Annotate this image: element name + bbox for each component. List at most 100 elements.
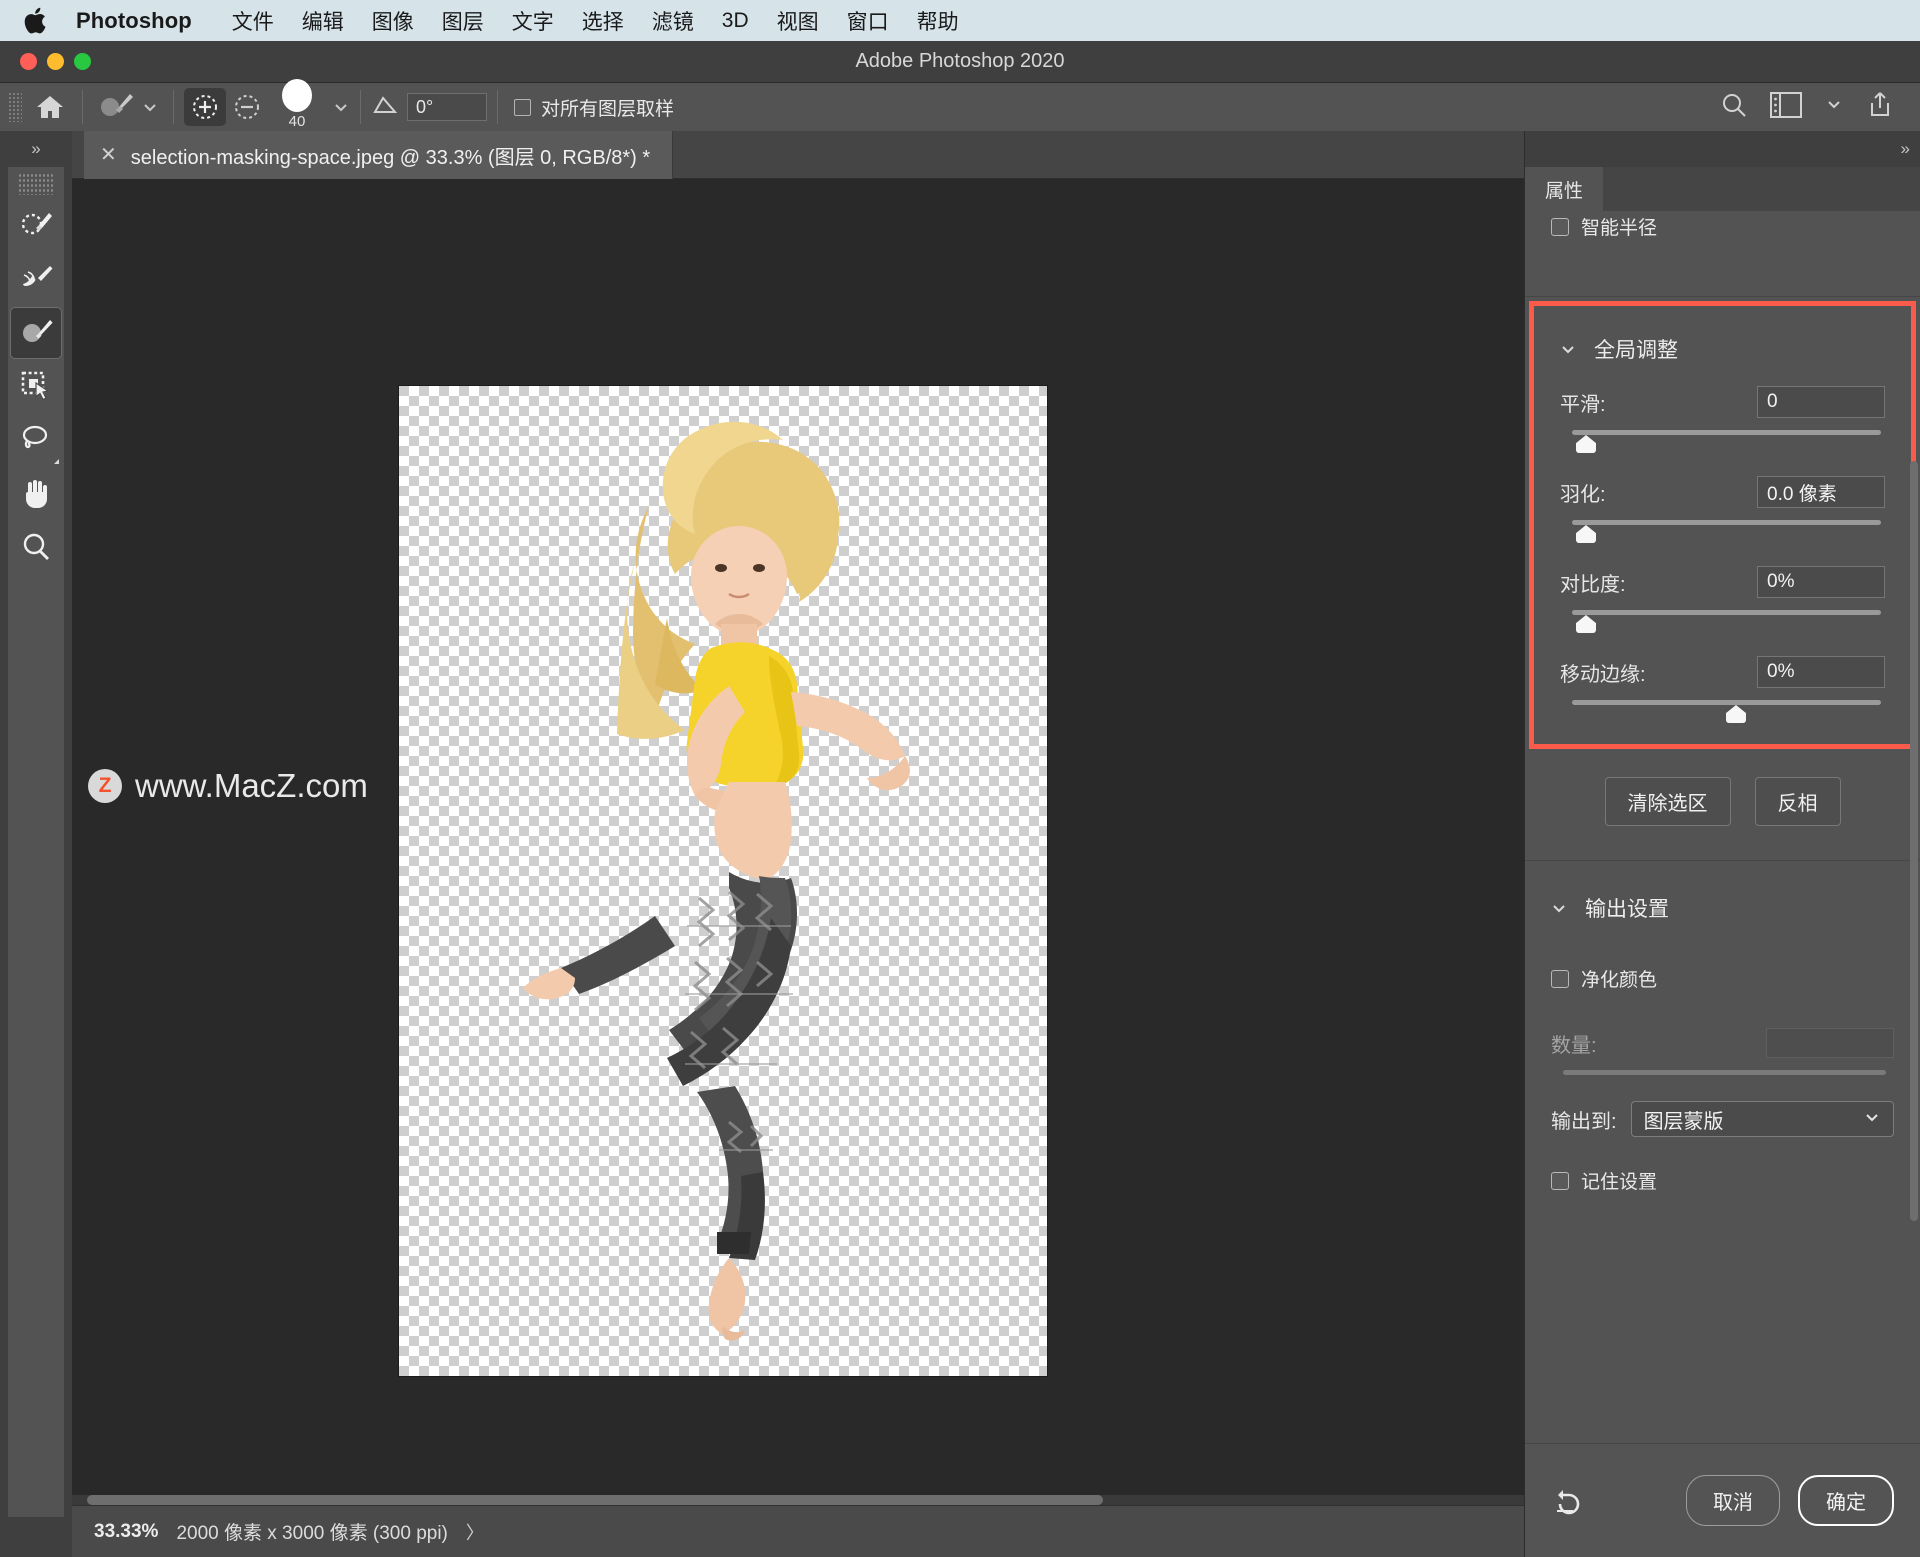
feather-slider-row: 羽化: 0.0 像素	[1534, 458, 1911, 548]
minimize-window-button[interactable]	[47, 53, 64, 70]
menu-item-layer[interactable]: 图层	[428, 6, 498, 36]
home-icon[interactable]	[28, 83, 72, 131]
divider	[497, 90, 498, 124]
slider-track	[1572, 430, 1881, 435]
decontaminate-colors-label: 净化颜色	[1581, 970, 1658, 991]
global-adjustments-header[interactable]: 全局调整	[1534, 320, 1911, 368]
quick-selection-icon	[19, 207, 53, 244]
menu-item-type[interactable]: 文字	[498, 6, 568, 36]
chevron-down-icon[interactable]	[1824, 96, 1844, 119]
slider-thumb[interactable]	[1576, 525, 1596, 543]
slider-thumb[interactable]	[1726, 705, 1746, 723]
menu-item-3d[interactable]: 3D	[708, 9, 763, 33]
output-settings-section: 输出设置 净化颜色	[1525, 861, 1920, 998]
tool-preset-picker[interactable]	[93, 83, 163, 131]
close-window-button[interactable]	[20, 53, 37, 70]
checkbox-box	[514, 98, 531, 116]
subject-image	[523, 421, 910, 1341]
sidebar-item-hand-tool[interactable]	[10, 469, 62, 521]
refine-brush-icon	[97, 89, 135, 126]
output-settings-header[interactable]: 输出设置	[1551, 879, 1894, 927]
status-expand-arrow-icon[interactable]: 〉	[466, 1519, 484, 1545]
expand-panel-icon[interactable]: »	[0, 131, 72, 167]
apple-logo-icon[interactable]	[24, 6, 50, 36]
properties-panel: » 属性 智能半径 全局调整 平滑: 0 羽化: 0.0 像素 对比度: 0% …	[1524, 131, 1920, 1557]
zoom-level[interactable]: 33.33%	[94, 1521, 158, 1543]
artboard[interactable]	[399, 386, 1047, 1376]
checkbox-box	[1551, 969, 1569, 988]
search-icon[interactable]	[1720, 91, 1748, 124]
properties-scrollbar[interactable]	[1910, 461, 1918, 1221]
shift-edge-slider[interactable]	[1560, 698, 1885, 728]
invert-button[interactable]: 反相	[1754, 777, 1841, 826]
workspace-layout-icon[interactable]	[1770, 91, 1802, 123]
menu-item-select[interactable]: 选择	[568, 6, 638, 36]
selection-add-icon[interactable]	[184, 88, 226, 126]
status-bar: 33.33% 2000 像素 x 3000 像素 (300 ppi) 〉	[72, 1505, 1524, 1557]
ok-button[interactable]: 确定	[1798, 1475, 1894, 1526]
menu-item-help[interactable]: 帮助	[903, 6, 973, 36]
sidebar-item-zoom-tool[interactable]	[10, 523, 62, 575]
decontaminate-colors-checkbox[interactable]: 净化颜色	[1551, 965, 1894, 992]
menu-item-window[interactable]: 窗口	[833, 6, 903, 36]
divider	[173, 90, 174, 124]
smooth-input[interactable]: 0	[1757, 386, 1885, 418]
document-tab[interactable]: ✕ selection-masking-space.jpeg @ 33.3% (…	[84, 131, 674, 179]
canvas-area[interactable]: Z www.MacZ.com 「全局调整」区域有多项旨在增强最终效果的滑块	[72, 179, 1524, 1505]
output-to-select[interactable]: 图层蒙版	[1630, 1101, 1894, 1137]
sample-all-layers-checkbox[interactable]: 对所有图层取样	[514, 94, 674, 121]
cancel-button[interactable]: 取消	[1686, 1475, 1780, 1526]
tools-panel-grip[interactable]	[18, 173, 54, 195]
global-adjustments-highlight: 全局调整 平滑: 0 羽化: 0.0 像素 对比度: 0% 移动边缘: 0%	[1529, 301, 1916, 749]
chevron-down-icon[interactable]	[332, 98, 350, 116]
feather-slider[interactable]	[1560, 518, 1885, 548]
angle-input[interactable]: 0°	[407, 93, 487, 121]
shift-edge-input[interactable]: 0%	[1757, 656, 1885, 688]
selection-subtract-icon[interactable]	[226, 88, 268, 126]
menu-item-file[interactable]: 文件	[218, 6, 288, 36]
mac-menu-bar: Photoshop 文件 编辑 图像 图层 文字 选择 滤镜 3D 视图 窗口 …	[0, 0, 1920, 41]
brush-size-control[interactable]: 40	[268, 78, 326, 131]
chevron-down-icon[interactable]	[1560, 341, 1576, 357]
smart-radius-checkbox[interactable]: 智能半径	[1551, 213, 1894, 240]
divider	[360, 90, 361, 124]
feather-input[interactable]: 0.0 像素	[1757, 476, 1885, 508]
contrast-slider[interactable]	[1560, 608, 1885, 638]
remember-settings-label: 记住设置	[1581, 1172, 1658, 1193]
chevron-down-icon[interactable]	[141, 98, 159, 116]
sidebar-item-object-selection-tool[interactable]	[10, 361, 62, 413]
sidebar-item-lasso-tool[interactable]	[10, 415, 62, 467]
slider-track	[1572, 520, 1881, 525]
contrast-input[interactable]: 0%	[1757, 566, 1885, 598]
sidebar-item-quick-selection-tool[interactable]	[10, 199, 62, 251]
share-icon[interactable]	[1866, 91, 1894, 124]
tab-properties[interactable]: 属性	[1525, 167, 1604, 211]
expand-panel-icon[interactable]: »	[1525, 131, 1920, 167]
sidebar-item-brush-tool[interactable]	[10, 307, 62, 359]
document-tab-title: selection-masking-space.jpeg @ 33.3% (图层…	[130, 146, 651, 169]
menu-item-image[interactable]: 图像	[358, 6, 428, 36]
chevron-down-icon	[1863, 1108, 1881, 1131]
menu-item-edit[interactable]: 编辑	[288, 6, 358, 36]
clear-selection-button[interactable]: 清除选区	[1604, 777, 1731, 826]
remember-settings-checkbox[interactable]: 记住设置	[1525, 1137, 1920, 1194]
reset-icon[interactable]	[1551, 1484, 1585, 1518]
slider-thumb[interactable]	[1576, 615, 1596, 633]
canvas-horizontal-scrollbar[interactable]	[72, 1495, 1524, 1505]
watermark: Z www.MacZ.com	[88, 767, 368, 805]
amount-input[interactable]	[1766, 1028, 1894, 1058]
output-to-row: 输出到: 图层蒙版	[1525, 1075, 1920, 1137]
window-title-bar: Adobe Photoshop 2020	[0, 41, 1920, 83]
close-icon[interactable]: ✕	[100, 145, 117, 165]
options-bar-grip[interactable]	[8, 92, 22, 122]
menu-item-filter[interactable]: 滤镜	[638, 6, 708, 36]
tool-flyout-indicator[interactable]	[54, 459, 59, 464]
properties-footer: 取消 确定	[1525, 1443, 1920, 1557]
menu-app-name[interactable]: Photoshop	[76, 8, 192, 34]
smooth-slider[interactable]	[1560, 428, 1885, 458]
chevron-down-icon[interactable]	[1551, 900, 1567, 916]
menu-item-view[interactable]: 视图	[763, 6, 833, 36]
slider-thumb[interactable]	[1576, 435, 1596, 453]
sidebar-item-refine-edge-brush-tool[interactable]	[10, 253, 62, 305]
maximize-window-button[interactable]	[74, 53, 91, 70]
